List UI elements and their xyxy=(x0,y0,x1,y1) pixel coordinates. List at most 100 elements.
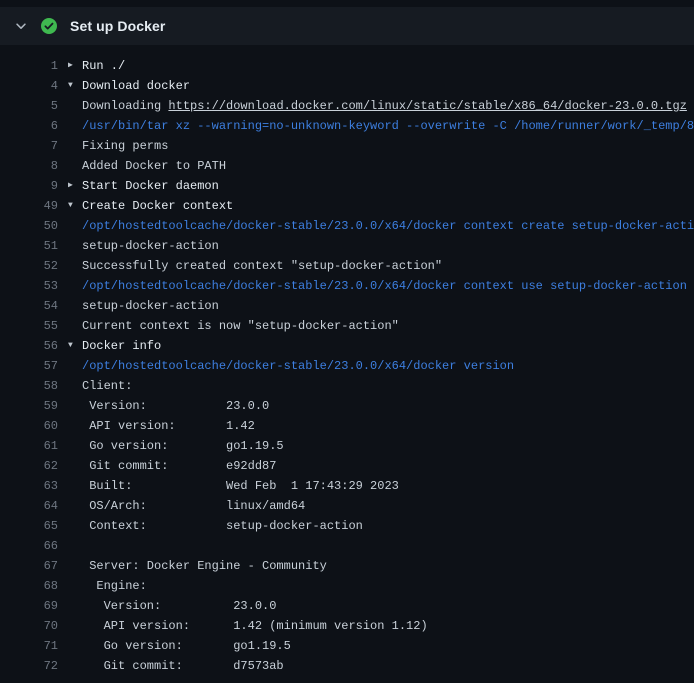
line-number[interactable]: 57 xyxy=(16,356,58,376)
log-text: Version: 23.0.0 xyxy=(82,396,269,416)
line-number[interactable]: 4 xyxy=(16,76,58,96)
log-group-line[interactable]: 4 ▼Download docker xyxy=(16,76,694,96)
log-line: 6/usr/bin/tar xz --warning=no-unknown-ke… xyxy=(16,116,694,136)
line-number[interactable]: 64 xyxy=(16,496,58,516)
log-line: 50/opt/hostedtoolcache/docker-stable/23.… xyxy=(16,216,694,236)
log-text: Downloading https://download.docker.com/… xyxy=(82,96,687,116)
line-number[interactable]: 62 xyxy=(16,456,58,476)
log-line: 64 OS/Arch: linux/amd64 xyxy=(16,496,694,516)
line-number[interactable]: 1 xyxy=(16,56,58,76)
log-line: 72 Git commit: d7573ab xyxy=(16,656,694,676)
line-number[interactable]: 63 xyxy=(16,476,58,496)
indent-spacer xyxy=(68,216,82,236)
line-number[interactable]: 50 xyxy=(16,216,58,236)
log-line: 51 setup-docker-action xyxy=(16,236,694,256)
log-group-line[interactable]: 9 ▶Start Docker daemon xyxy=(16,176,694,196)
log-group-line[interactable]: 56▼Docker info xyxy=(16,336,694,356)
line-number[interactable]: 69 xyxy=(16,596,58,616)
line-number[interactable]: 60 xyxy=(16,416,58,436)
line-number[interactable]: 59 xyxy=(16,396,58,416)
line-number[interactable]: 53 xyxy=(16,276,58,296)
log-line: 67 Server: Docker Engine - Community xyxy=(16,556,694,576)
line-number[interactable]: 66 xyxy=(16,536,58,556)
line-number[interactable]: 61 xyxy=(16,436,58,456)
log-group-line[interactable]: 49 ▼Create Docker context xyxy=(16,196,694,216)
indent-spacer xyxy=(68,476,82,496)
line-number[interactable]: 54 xyxy=(16,296,58,316)
line-number[interactable]: 55 xyxy=(16,316,58,336)
line-number[interactable]: 67 xyxy=(16,556,58,576)
step-title: Set up Docker xyxy=(70,18,165,34)
log-text: Go version: go1.19.5 xyxy=(82,436,284,456)
log-line: 5 Downloading https://download.docker.com… xyxy=(16,96,694,116)
log-group-title: Start Docker daemon xyxy=(82,176,219,196)
line-number[interactable]: 52 xyxy=(16,256,58,276)
indent-spacer xyxy=(68,236,82,256)
indent-spacer xyxy=(68,276,82,296)
line-number[interactable]: 68 xyxy=(16,576,58,596)
step-header[interactable]: Set up Docker xyxy=(0,7,694,45)
line-number[interactable]: 56 xyxy=(16,336,58,356)
log-command-text: /usr/bin/tar xz --warning=no-unknown-key… xyxy=(82,116,694,136)
log-line: 58 Client: xyxy=(16,376,694,396)
log-text: setup-docker-action xyxy=(82,236,219,256)
indent-spacer xyxy=(68,616,82,636)
log-text: API version: 1.42 xyxy=(82,416,255,436)
indent-spacer xyxy=(68,496,82,516)
line-number[interactable]: 72 xyxy=(16,656,58,676)
log-link[interactable]: https://download.docker.com/linux/static… xyxy=(168,99,686,113)
line-number[interactable]: 6 xyxy=(16,116,58,136)
log-text: Version: 23.0.0 xyxy=(82,596,276,616)
log-group-title: Create Docker context xyxy=(82,196,233,216)
log-line: 66 xyxy=(16,536,694,556)
log-text: Git commit: e92dd87 xyxy=(82,456,276,476)
line-number[interactable]: 65 xyxy=(16,516,58,536)
indent-spacer xyxy=(68,636,82,656)
indent-spacer xyxy=(68,296,82,316)
log-text: setup-docker-action xyxy=(82,296,219,316)
group-chevron-expanded-icon[interactable]: ▼ xyxy=(68,76,82,96)
indent-spacer xyxy=(68,656,82,676)
log-text: API version: 1.42 (minimum version 1.12) xyxy=(82,616,428,636)
line-number[interactable]: 9 xyxy=(16,176,58,196)
line-number[interactable]: 51 xyxy=(16,236,58,256)
line-number[interactable]: 8 xyxy=(16,156,58,176)
indent-spacer xyxy=(68,316,82,336)
log-group-title: Download docker xyxy=(82,76,190,96)
log-line: 70 API version: 1.42 (minimum version 1.… xyxy=(16,616,694,636)
indent-spacer xyxy=(68,416,82,436)
log-line: 62 Git commit: e92dd87 xyxy=(16,456,694,476)
line-number[interactable]: 71 xyxy=(16,636,58,656)
check-circle-icon xyxy=(41,18,57,34)
group-chevron-expanded-icon[interactable]: ▼ xyxy=(68,196,82,216)
group-chevron-collapsed-icon[interactable]: ▶ xyxy=(68,176,82,196)
chevron-down-icon[interactable] xyxy=(14,19,28,33)
log-group-title: Run ./ xyxy=(82,56,125,76)
log-group-line[interactable]: 1 ▶Run ./ xyxy=(16,56,694,76)
log-text: Git commit: d7573ab xyxy=(82,656,284,676)
log-command-text: /opt/hostedtoolcache/docker-stable/23.0.… xyxy=(82,216,694,236)
log-line: 65 Context: setup-docker-action xyxy=(16,516,694,536)
indent-spacer xyxy=(68,136,82,156)
line-number[interactable]: 58 xyxy=(16,376,58,396)
indent-spacer xyxy=(68,576,82,596)
line-number[interactable]: 49 xyxy=(16,196,58,216)
indent-spacer xyxy=(68,556,82,576)
log-line: 59 Version: 23.0.0 xyxy=(16,396,694,416)
log-line: 8Added Docker to PATH xyxy=(16,156,694,176)
log-line: 7 Fixing perms xyxy=(16,136,694,156)
log-line: 71 Go version: go1.19.5 xyxy=(16,636,694,656)
line-number[interactable]: 5 xyxy=(16,96,58,116)
log-area[interactable]: 1▶Run ./4▼Download docker5Downloading ht… xyxy=(0,45,694,676)
line-number[interactable]: 7 xyxy=(16,136,58,156)
group-chevron-expanded-icon[interactable]: ▼ xyxy=(68,336,82,356)
log-text: OS/Arch: linux/amd64 xyxy=(82,496,305,516)
indent-spacer xyxy=(68,436,82,456)
log-text: Fixing perms xyxy=(82,136,168,156)
actions-log-page: Set up Docker 1▶Run ./4▼Download docker5… xyxy=(0,0,694,683)
line-number[interactable]: 70 xyxy=(16,616,58,636)
group-chevron-collapsed-icon[interactable]: ▶ xyxy=(68,56,82,76)
log-text: Successfully created context "setup-dock… xyxy=(82,256,442,276)
log-line: 55Current context is now "setup-docker-a… xyxy=(16,316,694,336)
log-text: Client: xyxy=(82,376,132,396)
